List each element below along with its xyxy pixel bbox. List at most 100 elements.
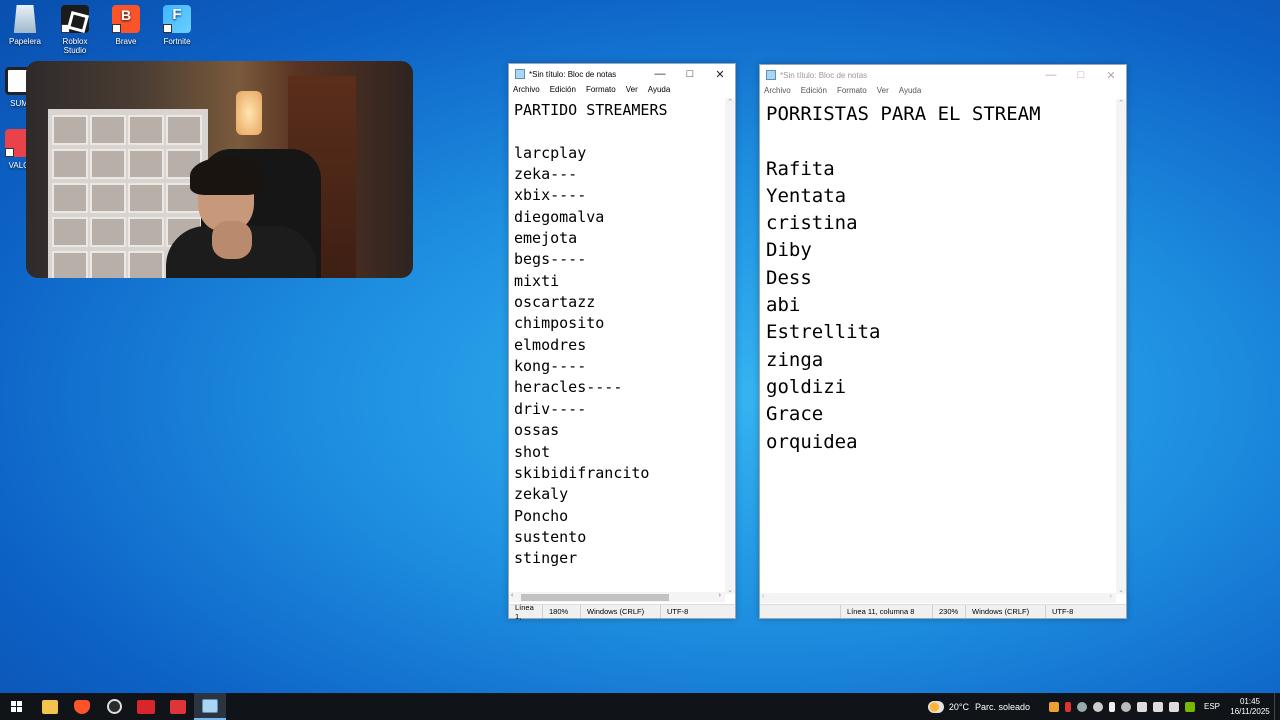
text-line: Diby: [766, 239, 812, 262]
text-line: chimposito: [514, 314, 605, 333]
text-line: orquidea: [766, 430, 858, 453]
notepad-icon: [202, 698, 218, 713]
text-line: zeka---: [514, 165, 578, 184]
vertical-scrollbar[interactable]: ⌃ ⌄: [1116, 99, 1126, 594]
person-hair: [190, 157, 262, 195]
shortcut-arrow-icon: [5, 148, 14, 157]
horizontal-scrollbar[interactable]: ‹ ›: [760, 593, 1116, 603]
text-line: ossas: [514, 421, 560, 440]
text-line: skibidifrancito: [514, 463, 650, 482]
text-editor[interactable]: PARTIDO STREAMERS larcplay zeka--- xbix---…: [509, 98, 725, 594]
close-button[interactable]: ✕: [705, 68, 735, 81]
vertical-scrollbar[interactable]: ⌃ ⌄: [725, 98, 735, 594]
title-bar[interactable]: *Sin título: Bloc de notas — □ ✕: [760, 65, 1126, 85]
menu-ayuda[interactable]: Ayuda: [648, 84, 671, 97]
minimize-button[interactable]: —: [645, 68, 675, 80]
windows-logo-icon: [10, 701, 22, 712]
fortnite-icon: [163, 5, 191, 33]
display-icon[interactable]: [1136, 701, 1147, 712]
text-line: zinga: [766, 348, 824, 371]
desktop-icon-label: Roblox Studio: [62, 37, 88, 55]
text-line: Yentata: [766, 184, 847, 207]
text-line: driv----: [514, 399, 587, 418]
notepad-window-left[interactable]: *Sin título: Bloc de notas — □ ✕ Archivo…: [508, 63, 736, 621]
desktop-icon-roblox-studio[interactable]: Roblox Studio: [50, 5, 100, 55]
minimize-button[interactable]: —: [1036, 69, 1066, 81]
app-tray-icon[interactable]: [1048, 701, 1059, 712]
text-line: Poncho: [514, 506, 569, 525]
network-icon[interactable]: [1152, 701, 1163, 712]
text-line: [766, 128, 1116, 155]
taskbar-red-app[interactable]: [162, 693, 194, 720]
text-line: diegomalva: [514, 207, 605, 226]
menu-edicion[interactable]: Edición: [550, 84, 576, 97]
menu-archivo[interactable]: Archivo: [764, 85, 791, 98]
status-zoom: 180%: [542, 605, 580, 618]
status-encoding: UTF-8: [660, 605, 694, 618]
desktop-icon-fortnite[interactable]: Fortnite: [152, 5, 202, 46]
taskbar-brave[interactable]: [66, 693, 98, 720]
window-title: *Sin título: Bloc de notas: [529, 69, 617, 79]
menu-edicion[interactable]: Edición: [801, 85, 827, 98]
close-button[interactable]: ✕: [1096, 69, 1126, 82]
menu-archivo[interactable]: Archivo: [513, 84, 540, 97]
status-line-ending: Windows (CRLF): [965, 605, 1045, 618]
person-hand: [212, 221, 252, 259]
streamer-app-icon: [137, 699, 155, 714]
status-position: Línea 1,: [515, 602, 534, 621]
brave-icon: [112, 5, 140, 33]
text-line: Rafita: [766, 157, 835, 180]
text-editor[interactable]: PORRISTAS PARA EL STREAM Rafita Yentata cr…: [760, 99, 1116, 594]
maximize-button[interactable]: □: [1066, 69, 1096, 81]
shortcut-arrow-icon: [163, 24, 172, 33]
text-line: larcplay: [514, 143, 587, 162]
status-spacer: [760, 605, 840, 618]
status-line-ending: Windows (CRLF): [580, 605, 660, 618]
language-indicator[interactable]: ESP: [1204, 702, 1220, 711]
desktop-icon-label: Papelera: [8, 37, 42, 46]
horizontal-scrollbar[interactable]: ‹ ›: [509, 592, 725, 602]
maximize-button[interactable]: □: [675, 68, 705, 80]
clock-time: 01:45: [1239, 696, 1261, 706]
menu-formato[interactable]: Formato: [586, 84, 616, 97]
gear-icon[interactable]: [1120, 701, 1131, 712]
menu-formato[interactable]: Formato: [837, 85, 867, 98]
start-button[interactable]: [0, 693, 32, 720]
shortcut-arrow-icon: [61, 24, 70, 33]
text-line: Estrellita: [766, 321, 881, 344]
discord-icon[interactable]: [1092, 701, 1103, 712]
volume-icon[interactable]: [1168, 701, 1179, 712]
steam-icon[interactable]: [1076, 701, 1087, 712]
text-line: PARTIDO STREAMERS: [514, 101, 668, 119]
text-line: zekaly: [514, 485, 569, 504]
taskbar-file-explorer[interactable]: [34, 693, 66, 720]
lamp: [236, 91, 262, 135]
desktop-icon-recycle-bin[interactable]: Papelera: [0, 5, 50, 46]
text-line: shot: [514, 442, 551, 461]
taskbar-notepad[interactable]: [194, 693, 226, 720]
nvidia-icon[interactable]: [1184, 701, 1195, 712]
menu-ayuda[interactable]: Ayuda: [899, 85, 922, 98]
weather-desc[interactable]: Parc. soleado: [975, 702, 1030, 712]
weather-temp[interactable]: 20°C: [949, 702, 969, 712]
clock[interactable]: 01:45 16/11/2025: [1228, 697, 1272, 717]
status-position: Línea 11, columna 8: [840, 605, 932, 618]
show-desktop-button[interactable]: [1274, 693, 1280, 720]
taskbar-streamer-app[interactable]: [130, 693, 162, 720]
notepad-icon: [515, 69, 525, 79]
system-tray: 20°C Parc. soleado ESP 01:45 16/11/2025: [927, 693, 1280, 720]
weather-sun-cloud-icon: [927, 700, 944, 713]
text-line: goldizi: [766, 375, 847, 398]
notepad-icon: [766, 70, 776, 80]
desktop-icon-brave[interactable]: Brave: [101, 5, 151, 46]
scrollbar-thumb[interactable]: [521, 594, 669, 601]
taskbar-obs[interactable]: [98, 693, 130, 720]
notepad-window-right[interactable]: *Sin título: Bloc de notas — □ ✕ Archivo…: [759, 64, 1127, 619]
window-title: *Sin título: Bloc de notas: [780, 70, 868, 80]
status-bar: Línea 1, 180% Windows (CRLF) UTF-8: [509, 602, 735, 621]
mic-tray-icon[interactable]: [1108, 701, 1115, 712]
menu-ver[interactable]: Ver: [626, 84, 638, 97]
microphone-icon[interactable]: [1064, 701, 1071, 712]
menu-ver[interactable]: Ver: [877, 85, 889, 98]
title-bar[interactable]: *Sin título: Bloc de notas — □ ✕: [509, 64, 735, 84]
